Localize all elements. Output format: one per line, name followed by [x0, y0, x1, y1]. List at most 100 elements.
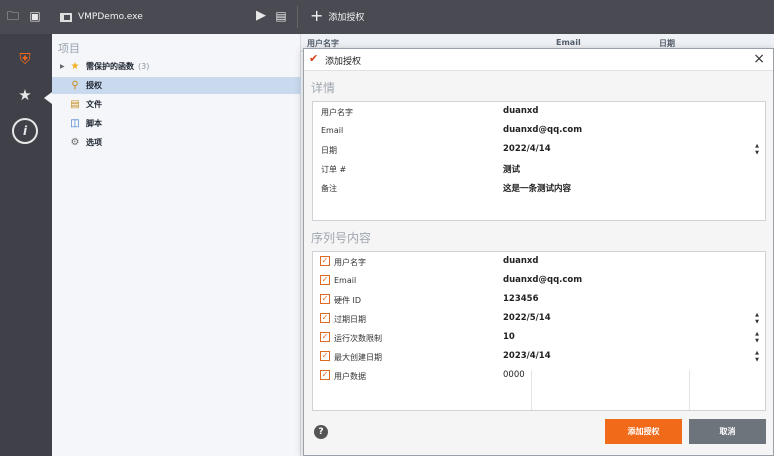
tree-item-protected-functions[interactable]: ▶ ★ 需保护的函数 (3) — [52, 58, 301, 75]
user-name-field[interactable]: duanxd — [503, 106, 539, 116]
field-label: 用户名字 — [334, 258, 366, 267]
close-icon[interactable]: × — [753, 51, 765, 67]
max-build-spinner[interactable]: ▲ ▼ — [753, 350, 761, 363]
add-license-dialog: ✔ 添加授权 × 详情 用户名字 duanxd Email duanxd@qq.… — [303, 48, 774, 456]
build-menu-icon[interactable]: ▤ — [274, 9, 288, 23]
date-spinner[interactable]: ▲ ▼ — [753, 143, 761, 156]
gear-icon: ⚙ — [70, 137, 80, 148]
hardware-id-field[interactable]: 123456 — [503, 294, 539, 304]
comment-field[interactable]: 这是一条测试内容 — [503, 182, 571, 194]
top-toolbar: 🗀 ▣ VMPDemo.exe ▶ ▤ + 添加授权 — [0, 0, 774, 34]
open-file-tab[interactable]: VMPDemo.exe — [60, 9, 143, 25]
tree-item-label: 脚本 — [86, 119, 102, 128]
order-field[interactable]: 测试 — [503, 163, 520, 175]
detail-row-comment[interactable]: 备注 这是一条测试内容 — [313, 178, 765, 197]
detail-row-order[interactable]: 订单 # 测试 — [313, 159, 765, 178]
protection-shield-icon[interactable]: ⛨ — [12, 46, 38, 72]
star-icon: ★ — [70, 61, 80, 72]
date-field[interactable]: 2022/4/14 — [503, 144, 551, 154]
file-list-icon: ▤ — [70, 99, 80, 110]
checkbox-max-build[interactable]: ✓ — [320, 351, 330, 361]
toolbar-divider — [297, 6, 298, 28]
tree-item-licenses[interactable]: ⚲ 授权 — [52, 77, 301, 94]
serial-panel: ✓ 用户名字 duanxd ✓ Email duanxd@qq.com ✓ 硬件… — [312, 251, 766, 411]
spin-up-icon[interactable]: ▲ — [753, 350, 761, 356]
spin-down-icon[interactable]: ▼ — [753, 338, 761, 344]
checkbox-run-limit[interactable]: ✓ — [320, 332, 330, 342]
checkbox-user-data[interactable]: ✓ — [320, 370, 330, 380]
field-label: 备注 — [321, 184, 337, 193]
field-label: 用户名字 — [321, 108, 353, 117]
detail-row-user[interactable]: 用户名字 duanxd — [313, 102, 765, 121]
dialog-title: 添加授权 — [325, 57, 362, 67]
file-icon — [60, 12, 72, 22]
serial-user-field[interactable]: duanxd — [503, 256, 539, 266]
user-data-hex-field[interactable]: 0000 — [503, 370, 525, 380]
tree-item-label: 选项 — [86, 138, 102, 147]
detail-row-date[interactable]: 日期 2022/4/14 ▲ ▼ — [313, 140, 765, 159]
field-label: 过期日期 — [334, 315, 366, 324]
field-label: 运行次数限制 — [334, 334, 382, 343]
open-folder-icon[interactable]: 🗀 — [6, 9, 20, 23]
project-tree-heading: 项目 — [58, 42, 80, 55]
run-limit-field[interactable]: 10 — [503, 332, 515, 342]
active-nav-indicator — [44, 92, 52, 104]
spin-down-icon[interactable]: ▼ — [753, 357, 761, 363]
spin-down-icon[interactable]: ▼ — [753, 150, 761, 156]
checkbox-hwid[interactable]: ✓ — [320, 294, 330, 304]
help-icon[interactable]: ? — [314, 425, 328, 439]
dialog-title-bar: ✔ 添加授权 × — [304, 49, 773, 71]
field-label: 订单 # — [321, 165, 347, 174]
details-panel: 用户名字 duanxd Email duanxd@qq.com 日期 2022/… — [312, 101, 766, 221]
tree-item-label: 需保护的函数 — [86, 62, 134, 71]
serial-row-email[interactable]: ✓ Email duanxd@qq.com — [313, 271, 765, 290]
checkbox-email[interactable]: ✓ — [320, 275, 330, 285]
serial-row-run-limit[interactable]: ✓ 运行次数限制 10 ▲ ▼ — [313, 328, 765, 347]
play-icon[interactable]: ▶ — [254, 9, 268, 23]
serial-row-hwid[interactable]: ✓ 硬件 ID 123456 — [313, 290, 765, 309]
cancel-button[interactable]: 取消 — [689, 419, 766, 444]
expand-arrow-icon[interactable]: ▶ — [60, 63, 68, 70]
run-limit-spinner[interactable]: ▲ ▼ — [753, 331, 761, 344]
max-build-date-field[interactable]: 2023/4/14 — [503, 351, 551, 361]
add-license-toolbar-label: 添加授权 — [328, 12, 365, 23]
license-shield-star-icon[interactable]: ★ — [12, 82, 38, 108]
checkbox-expiry[interactable]: ✓ — [320, 313, 330, 323]
plus-icon: + — [310, 6, 324, 25]
spin-down-icon[interactable]: ▼ — [753, 319, 761, 325]
serial-row-max-build[interactable]: ✓ 最大创建日期 2023/4/14 ▲ ▼ — [313, 347, 765, 366]
save-icon[interactable]: ▣ — [28, 9, 42, 23]
tree-item-options[interactable]: ⚙ 选项 — [52, 134, 301, 151]
add-license-button[interactable]: 添加授权 — [605, 419, 682, 444]
tree-item-label: 授权 — [86, 81, 102, 90]
tree-item-files[interactable]: ▤ 文件 — [52, 96, 301, 113]
spin-up-icon[interactable]: ▲ — [753, 312, 761, 318]
expiry-spinner[interactable]: ▲ ▼ — [753, 312, 761, 325]
field-label: 用户数据 — [334, 372, 366, 381]
hex-divider — [689, 370, 690, 410]
file-name: VMPDemo.exe — [78, 12, 143, 22]
spin-up-icon[interactable]: ▲ — [753, 143, 761, 149]
column-header-email[interactable]: Email — [556, 38, 581, 47]
serial-row-user[interactable]: ✓ 用户名字 duanxd — [313, 252, 765, 271]
checkbox-user[interactable]: ✓ — [320, 256, 330, 266]
spin-up-icon[interactable]: ▲ — [753, 331, 761, 337]
app-logo-icon: ✔ — [309, 52, 319, 65]
serial-row-user-data[interactable]: ✓ 用户数据 0000 — [313, 366, 765, 410]
expiry-date-field[interactable]: 2022/5/14 — [503, 313, 551, 323]
tree-item-scripts[interactable]: ◫ 脚本 — [52, 115, 301, 132]
serial-email-field[interactable]: duanxd@qq.com — [503, 275, 582, 285]
detail-row-email[interactable]: Email duanxd@qq.com — [313, 121, 765, 140]
left-nav-rail: ⛨ ★ i — [0, 34, 52, 456]
field-label: 最大创建日期 — [334, 353, 382, 362]
project-tree-panel: 项目 ▶ ★ 需保护的函数 (3) ⚲ 授权 ▤ 文件 ◫ 脚本 ⚙ 选项 — [52, 34, 301, 456]
field-label: Email — [321, 126, 344, 135]
serial-row-expiry[interactable]: ✓ 过期日期 2022/5/14 ▲ ▼ — [313, 309, 765, 328]
field-label: 日期 — [321, 146, 337, 155]
field-label: Email — [334, 276, 357, 285]
add-license-toolbar-button[interactable]: + 添加授权 — [310, 8, 364, 24]
email-field[interactable]: duanxd@qq.com — [503, 125, 582, 135]
key-icon: ⚲ — [71, 80, 79, 91]
info-icon[interactable]: i — [12, 118, 38, 144]
tree-item-count: (3) — [138, 62, 150, 71]
